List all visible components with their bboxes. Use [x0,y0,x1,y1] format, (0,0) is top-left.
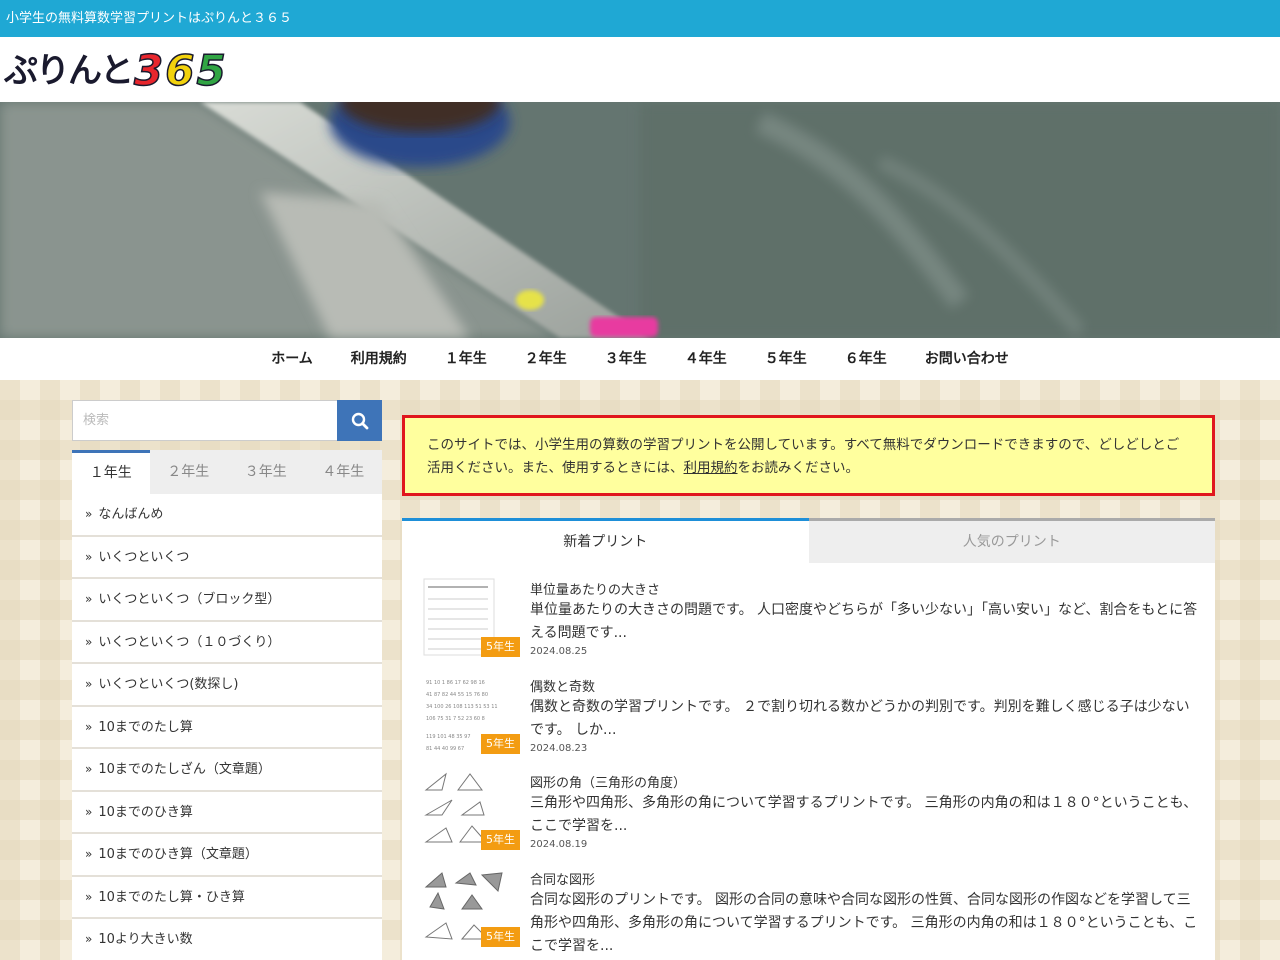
tab-grade-1[interactable]: １年生 [72,450,150,494]
double-chevron-right-icon: » [85,592,93,606]
tab-popular-prints[interactable]: 人気のプリント [808,518,1215,563]
grade-tabs: １年生 ２年生 ３年生 ４年生 [72,450,382,494]
post-title[interactable]: 図形の角（三角形の角度） [530,772,686,791]
list-item-label: いくつといくつ [98,549,190,565]
list-item[interactable]: » いくつといくつ（ブロック型） [72,579,382,622]
nav-grade-4[interactable]: ４年生 [666,338,746,380]
post-excerpt: 三角形や四角形、多角形の角について学習するプリントです。 三角形の内角の和は１８… [530,795,1198,834]
list-item-label: いくつといくつ(数探し) [98,677,239,692]
double-chevron-right-icon: » [85,932,93,946]
list-item[interactable]: » いくつといくつ [72,536,382,579]
grade-badge: 5年生 [481,637,520,657]
chalkboard-illustration [0,102,1280,338]
logo-digit-3: 3 [133,46,164,96]
post-item[interactable]: 91 10 1 86 17 62 98 16 41 87 82 44 55 15… [422,674,1202,764]
post-date: 2024.08.25 [530,646,588,657]
list-item-label: 10までのたし算・ひき算 [98,889,245,905]
grade-badge: 5年生 [481,734,520,754]
list-item-label: 10までのひき算 [98,804,193,820]
post-item[interactable]: 5年生 単位量あたりの大きさ 単位量あたりの大きさの問題です。 人口密度やどちら… [422,577,1202,667]
post-item[interactable]: 5年生 合同な図形 合同な図形のプリントです。 図形の合同の意味や合同な図形の性… [422,867,1202,957]
logo-digit-5: 5 [196,46,227,96]
post-excerpt: 合同な図形のプリントです。 図形の合同の意味や合同な図形の性質、合同な図形の作図… [530,892,1198,954]
post-title[interactable]: 単位量あたりの大きさ [530,579,660,598]
svg-text:119 101 48 35 97: 119 101 48 35 97 [426,734,471,740]
post-excerpt: 単位量あたりの大きさの問題です。 人口密度やどちらが「多い少ない」「高い安い」な… [530,602,1198,641]
list-item[interactable]: » いくつといくつ(数探し) [72,664,382,707]
terms-link[interactable]: 利用規約 [684,460,738,476]
nav-grade-1[interactable]: １年生 [426,338,506,380]
main-nav: ホーム 利用規約 １年生 ２年生 ３年生 ４年生 ５年生 ６年生 お問い合わせ [0,338,1280,380]
list-item-label: いくつといくつ（１０づくり） [98,634,281,650]
double-chevron-right-icon: » [85,719,93,734]
list-item[interactable]: » いくつといくつ（１０づくり） [72,621,382,664]
double-chevron-right-icon: » [85,847,93,861]
list-item-label: いくつといくつ（ブロック型） [98,592,281,607]
list-item-label: 10より大きい数 [98,932,193,947]
nav-contact[interactable]: お問い合わせ [906,338,1028,380]
post-date: 2024.08.23 [530,743,588,754]
svg-text:81 44 40 99 67: 81 44 40 99 67 [426,746,464,752]
double-chevron-right-icon: » [85,804,93,819]
posts-tabs: 新着プリント 人気のプリント [402,518,1215,563]
post-thumbnail[interactable]: 91 10 1 86 17 62 98 16 41 87 82 44 55 15… [422,674,520,754]
double-chevron-right-icon: » [85,762,93,776]
svg-text:91 10 1 86 17 62 98 16: 91 10 1 86 17 62 98 16 [426,680,485,686]
site-notice: このサイトでは、小学生用の算数の学習プリントを公開しています。すべて無料でダウン… [402,415,1215,496]
search-input[interactable] [73,401,338,440]
list-item[interactable]: » 10までのひき算（文章題） [72,834,382,877]
double-chevron-right-icon: » [85,549,93,564]
double-chevron-right-icon: » [85,889,93,904]
nav-home[interactable]: ホーム [252,338,332,380]
list-item-label: 10までのひき算（文章題） [98,847,258,862]
grade-badge: 5年生 [481,927,520,947]
nav-grade-3[interactable]: ３年生 [586,338,666,380]
post-excerpt: 偶数と奇数の学習プリントです。 ２で割り切れる数かどうかの判別です。判別を難しく… [530,699,1190,738]
nav-terms[interactable]: 利用規約 [332,338,426,380]
list-item[interactable]: » 10までのひき算 [72,791,382,834]
svg-text:41 87 82 44 55 15 76 80: 41 87 82 44 55 15 76 80 [426,692,488,698]
tab-grade-2[interactable]: ２年生 [150,450,228,494]
svg-text:106 75 31 7 52 23 60 8: 106 75 31 7 52 23 60 8 [426,716,485,722]
nav-grade-6[interactable]: ６年生 [826,338,906,380]
post-date: 2024.08.19 [530,839,588,850]
logo-kana: ぷりんと [4,51,134,91]
list-item[interactable]: » 10までのたしざん（文章題） [72,749,382,792]
grade-badge: 5年生 [481,830,520,850]
post-thumbnail[interactable]: 5年生 [422,770,520,850]
double-chevron-right-icon: » [85,677,93,691]
tab-new-prints[interactable]: 新着プリント [402,518,809,563]
category-list: » なんばんめ » いくつといくつ » いくつといくつ（ブロック型） » いくつといくつ… [72,494,382,960]
list-item[interactable]: » なんばんめ [72,494,382,537]
double-chevron-right-icon: » [85,634,93,649]
list-item[interactable]: » 10までのたし算・ひき算 [72,876,382,919]
posts-panel: 新着プリント 人気のプリント 5年生 単位量あたりの大きさ 単位量あたりの大きさ… [402,518,1215,960]
post-thumbnail[interactable]: 5年生 [422,867,520,947]
list-item-label: 10までのたしざん（文章題） [98,762,271,777]
tab-grade-3[interactable]: ３年生 [227,450,305,494]
search-box [72,400,338,441]
post-title[interactable]: 偶数と奇数 [530,676,595,695]
post-title[interactable]: 合同な図形 [530,869,595,888]
tab-grade-4[interactable]: ４年生 [305,450,383,494]
site-tagline: 小学生の無料算数学習プリントはぷりんと３６５ [6,11,293,26]
post-thumbnail[interactable]: 5年生 [422,577,520,657]
double-chevron-right-icon: » [85,507,93,521]
site-tagline-bar: 小学生の無料算数学習プリントはぷりんと３６５ [0,0,1280,37]
post-item[interactable]: 5年生 図形の角（三角形の角度） 三角形や四角形、多角形の角について学習するプリ… [422,770,1202,860]
list-item[interactable]: » 10より大きい数 [72,919,382,960]
svg-text:34 100 26 108 113 51 53 11: 34 100 26 108 113 51 53 11 [426,704,498,710]
nav-grade-5[interactable]: ５年生 [746,338,826,380]
hero-image [0,102,1280,338]
search-button[interactable] [337,400,382,441]
logo-digit-6: 6 [164,46,195,96]
header: ぷりんと 3 6 5 [0,37,1280,102]
site-logo[interactable]: ぷりんと 3 6 5 [4,45,227,96]
nav-grade-2[interactable]: ２年生 [506,338,586,380]
notice-text-end: をお読みください。 [737,460,860,476]
list-item-label: なんばんめ [98,507,164,522]
list-item[interactable]: » 10までのたし算 [72,706,382,749]
search-icon [351,412,368,429]
list-item-label: 10までのたし算 [98,719,193,735]
